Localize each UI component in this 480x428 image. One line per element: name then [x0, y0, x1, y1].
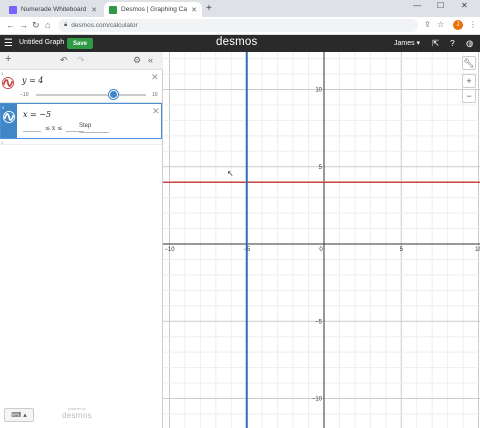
y-tick-label: −10	[312, 397, 323, 403]
url-field[interactable]: 🔒︎ desmos.com/calculator	[58, 19, 418, 32]
expression-toolbar: + ↶ ↷ ⚙ «	[0, 52, 163, 70]
address-bar-row: ← → ↻ ⌂ 🔒︎ desmos.com/calculator ⇪ ☆ ⋮	[0, 17, 480, 35]
slider-min-label[interactable]: −10	[20, 92, 28, 98]
redo-icon[interactable]: ↷	[77, 55, 85, 66]
y-tick-label: 5	[319, 165, 323, 171]
hamburger-menu-icon[interactable]: ☰	[4, 38, 13, 49]
share-graph-icon[interactable]: ⇱	[432, 38, 439, 49]
graph-settings-wrench-icon[interactable]: 🔧︎	[462, 56, 476, 70]
slider-handle[interactable]	[109, 90, 118, 99]
url-text: desmos.com/calculator	[71, 22, 138, 29]
menu-dots-icon[interactable]: ⋮	[469, 20, 477, 29]
close-window-icon[interactable]: ✕	[461, 1, 468, 10]
browser-tab-bar: Numerade Whiteboard ✕ Desmos | Graphing …	[0, 0, 480, 17]
bookmark-star-icon[interactable]: ☆	[437, 20, 444, 29]
desmos-header: ☰ Untitled Graph Save desmos James ▾ ⇱ ?…	[0, 35, 480, 52]
expression-gutter: 2	[1, 104, 17, 138]
graph-color-toggle-icon[interactable]	[3, 111, 15, 123]
expression-panel: + ↶ ↷ ⚙ « 1 y = 4 ✕ −10 10 2 x = −5 ✕ ≤ …	[0, 52, 163, 428]
step-input[interactable]: Step	[79, 123, 109, 133]
add-item-icon[interactable]: +	[5, 53, 11, 65]
delete-expression-icon[interactable]: ✕	[152, 106, 160, 117]
slider-max-label[interactable]: 10	[152, 92, 158, 98]
settings-gear-icon[interactable]: ⚙	[133, 55, 141, 66]
desmos-favicon-icon	[109, 5, 117, 14]
user-menu[interactable]: James ▾	[394, 39, 420, 47]
x-tick-label: 0	[319, 247, 323, 253]
slider-track[interactable]	[36, 94, 146, 96]
graph-canvas[interactable]: −10−50510105−5−10	[163, 52, 480, 428]
numerade-favicon-icon	[9, 5, 17, 14]
tab-label: Desmos | Graphing Calculator	[121, 6, 187, 13]
help-icon[interactable]: ?	[450, 38, 455, 48]
maximize-icon[interactable]: ☐	[437, 1, 444, 10]
reload-icon[interactable]: ↻	[32, 20, 40, 31]
language-globe-icon[interactable]: ◍	[466, 38, 473, 49]
y-tick-label: −5	[315, 319, 323, 325]
undo-icon[interactable]: ↶	[60, 55, 68, 66]
zoom-in-button[interactable]: +	[462, 74, 476, 88]
graph-paper[interactable]: −10−50510105−5−10	[163, 52, 480, 428]
x-tick-label: 5	[400, 247, 404, 253]
graph-color-toggle-icon[interactable]	[2, 77, 14, 89]
domain-symbol: ≤ x ≤	[45, 124, 63, 132]
domain-restriction: ≤ x ≤	[23, 124, 85, 132]
powered-by-desmos: powered by desmos	[62, 407, 92, 420]
profile-avatar[interactable]: J	[453, 20, 463, 30]
domain-min-input[interactable]	[23, 124, 41, 132]
x-tick-label: 10	[475, 247, 480, 253]
powered-by-brand: desmos	[62, 411, 92, 420]
expression-gutter: 1	[0, 70, 16, 102]
graph-title[interactable]: Untitled Graph	[19, 39, 64, 46]
expression-row[interactable]: 2 x = −5 ✕ ≤ x ≤ Step	[0, 103, 162, 139]
delete-expression-icon[interactable]: ✕	[151, 72, 159, 83]
save-button[interactable]: Save	[67, 38, 93, 49]
forward-icon[interactable]: →	[19, 20, 28, 30]
keyboard-toggle-button[interactable]: ⌨ ▴	[4, 408, 34, 422]
mouse-cursor-icon: ↖	[227, 169, 234, 178]
expression-index: 3	[1, 140, 4, 145]
expression-latex[interactable]: x = −5	[23, 110, 51, 119]
close-tab-icon[interactable]: ✕	[91, 6, 97, 14]
lock-icon: 🔒︎	[64, 22, 68, 28]
zoom-out-button[interactable]: −	[462, 89, 476, 103]
back-icon[interactable]: ←	[6, 20, 15, 30]
browser-tab-numerade[interactable]: Numerade Whiteboard ✕	[4, 2, 102, 17]
expression-row[interactable]: 1 y = 4 ✕ −10 10	[0, 70, 162, 103]
new-tab-icon[interactable]: +	[206, 3, 212, 14]
close-tab-icon[interactable]: ✕	[191, 6, 197, 14]
tab-label: Numerade Whiteboard	[21, 6, 87, 13]
share-icon[interactable]: ⇪	[424, 20, 431, 29]
home-icon[interactable]: ⌂	[45, 20, 50, 30]
expression-latex[interactable]: y = 4	[22, 76, 43, 85]
empty-expression-row[interactable]: 3	[0, 139, 162, 145]
y-tick-label: 10	[315, 88, 322, 94]
desmos-logo: desmos	[216, 36, 258, 48]
browser-tab-desmos[interactable]: Desmos | Graphing Calculator ✕	[104, 2, 202, 17]
collapse-panel-icon[interactable]: «	[148, 55, 153, 65]
x-tick-label: −10	[164, 247, 175, 253]
minimize-icon[interactable]: —	[413, 1, 421, 10]
